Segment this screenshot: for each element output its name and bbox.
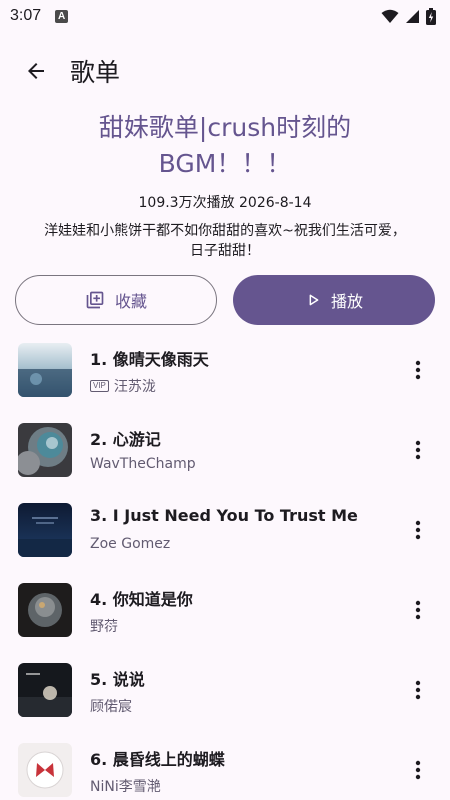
more-options-button[interactable]: [406, 356, 430, 384]
more-vert-icon: [415, 600, 421, 620]
song-item[interactable]: 4. 你知道是你 野葕: [0, 570, 450, 650]
signal-icon: [406, 9, 419, 23]
top-app-bar: 歌单: [0, 46, 450, 96]
library-add-icon: [86, 291, 104, 309]
album-cover: [18, 343, 72, 397]
artist-name: Zoe Gomez: [90, 536, 171, 552]
song-artist: WavTheChamp: [90, 456, 196, 472]
artist-name: 汪苏泷: [113, 379, 156, 395]
playlist-description: 洋娃娃和小熊饼干都不如你甜甜的喜欢~祝我们生活可爱，日子甜甜！: [44, 223, 406, 259]
song-item[interactable]: 1. 像晴天像雨天 VIP 汪苏泷: [0, 330, 450, 410]
more-vert-icon: [415, 680, 421, 700]
status-icons: [381, 7, 436, 25]
song-item[interactable]: 2. 心游记 WavTheChamp: [0, 410, 450, 490]
song-title: 5. 说说: [90, 670, 145, 689]
song-list: 1. 像晴天像雨天 VIP 汪苏泷 2. 心游记 WavTheChamp 3. …: [0, 330, 450, 800]
status-time: 3:07: [10, 7, 42, 24]
song-artist: VIP 汪苏泷: [90, 376, 156, 396]
song-title: 2. 心游记: [90, 430, 161, 449]
song-title: 4. 你知道是你: [90, 590, 193, 609]
play-all-button[interactable]: 播放: [233, 275, 435, 325]
song-item[interactable]: 5. 说说 顾偌宸: [0, 650, 450, 730]
more-vert-icon: [415, 520, 421, 540]
arrow-back-icon: [28, 63, 44, 79]
collect-label: 收藏: [114, 292, 147, 311]
playlist-meta: 109.3万次播放 2026-8-14: [138, 195, 312, 211]
wifi-icon: [381, 9, 399, 23]
song-item[interactable]: 6. 晨昏线上的蝴蝶 NiNi李雪滟: [0, 730, 450, 800]
song-artist: Zoe Gomez: [90, 536, 170, 552]
play-label: 播放: [330, 292, 363, 311]
artist-name: WavTheChamp: [90, 456, 196, 472]
album-cover: [18, 583, 72, 637]
song-title: 3. I Just Need You To Trust Me: [90, 506, 358, 525]
album-cover: [18, 503, 72, 557]
playlist-title-line1: 甜妹歌单|crush时刻的: [98, 113, 352, 142]
play-icon: [309, 294, 319, 306]
more-options-button[interactable]: [406, 676, 430, 704]
album-cover: [18, 743, 72, 797]
album-cover: [18, 423, 72, 477]
more-vert-icon: [415, 360, 421, 380]
battery-icon: [426, 7, 436, 25]
song-title: 6. 晨昏线上的蝴蝶: [90, 750, 225, 769]
more-options-button[interactable]: [406, 756, 430, 784]
playlist-title-line2: BGM！！！: [158, 149, 292, 178]
song-title: 1. 像晴天像雨天: [90, 350, 209, 369]
song-artist: NiNi李雪滟: [90, 776, 161, 796]
song-artist: 顾偌宸: [90, 696, 132, 716]
more-options-button[interactable]: [406, 436, 430, 464]
more-vert-icon: [415, 760, 421, 780]
artist-name: 野葕: [90, 619, 118, 635]
song-item[interactable]: 3. I Just Need You To Trust Me Zoe Gomez: [0, 490, 450, 570]
more-vert-icon: [415, 440, 421, 460]
page-title: 歌单: [70, 58, 121, 87]
collect-button[interactable]: 收藏: [15, 275, 217, 325]
playlist-title: 甜妹歌单|crush时刻的 BGM！！！: [40, 110, 410, 182]
notification-icon: A: [55, 9, 69, 23]
song-artist: 野葕: [90, 616, 118, 636]
artist-name: 顾偌宸: [90, 699, 132, 715]
artist-name: NiNi李雪滟: [90, 779, 161, 795]
more-options-button[interactable]: [406, 516, 430, 544]
vip-badge: VIP: [90, 380, 109, 392]
album-cover: [18, 663, 72, 717]
more-options-button[interactable]: [406, 596, 430, 624]
status-bar: 3:07 A: [0, 0, 450, 32]
back-button[interactable]: [12, 47, 60, 95]
